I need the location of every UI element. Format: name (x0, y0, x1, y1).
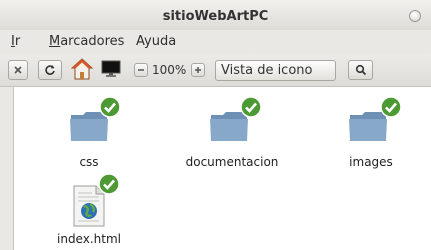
file-item-css[interactable]: css (48, 95, 130, 169)
title-bar: sitioWebArtPC (0, 0, 431, 30)
reload-icon (45, 65, 55, 75)
menu-ir[interactable]: Ir (11, 34, 20, 49)
plus-icon (195, 67, 201, 73)
window-title: sitioWebArtPC (162, 9, 269, 24)
file-item-documentacion[interactable]: documentacion (180, 95, 284, 169)
file-item-images[interactable]: images (330, 95, 412, 169)
menu-marcadores[interactable]: Marcadores (49, 34, 124, 49)
stop-button[interactable] (8, 60, 28, 80)
view-mode-select[interactable]: Vista de icono (215, 60, 336, 81)
search-icon (355, 64, 366, 76)
checkmark-icon (240, 96, 262, 118)
reload-button[interactable] (38, 60, 62, 80)
minus-icon (138, 69, 144, 71)
home-icon[interactable] (71, 57, 93, 81)
menu-bar: Ir Marcadores Ayuda (0, 30, 431, 54)
computer-icon[interactable] (101, 60, 121, 78)
checkmark-icon (98, 173, 120, 195)
menu-ayuda[interactable]: Ayuda (136, 34, 176, 49)
file-label: index.html (57, 232, 121, 246)
checkmark-icon (380, 96, 402, 118)
zoom-level: 100% (152, 63, 187, 77)
file-view: css documentacion images index.html (13, 87, 431, 250)
file-label: documentacion (185, 155, 279, 169)
checkmark-icon (99, 96, 121, 118)
zoom-out-button[interactable] (134, 63, 148, 77)
close-icon (14, 66, 22, 74)
file-label: images (349, 155, 393, 169)
file-item-index-html[interactable]: index.html (48, 173, 130, 249)
window-control-button[interactable] (409, 10, 421, 22)
search-button[interactable] (348, 60, 373, 80)
file-label: css (79, 155, 99, 169)
zoom-in-button[interactable] (191, 63, 205, 77)
